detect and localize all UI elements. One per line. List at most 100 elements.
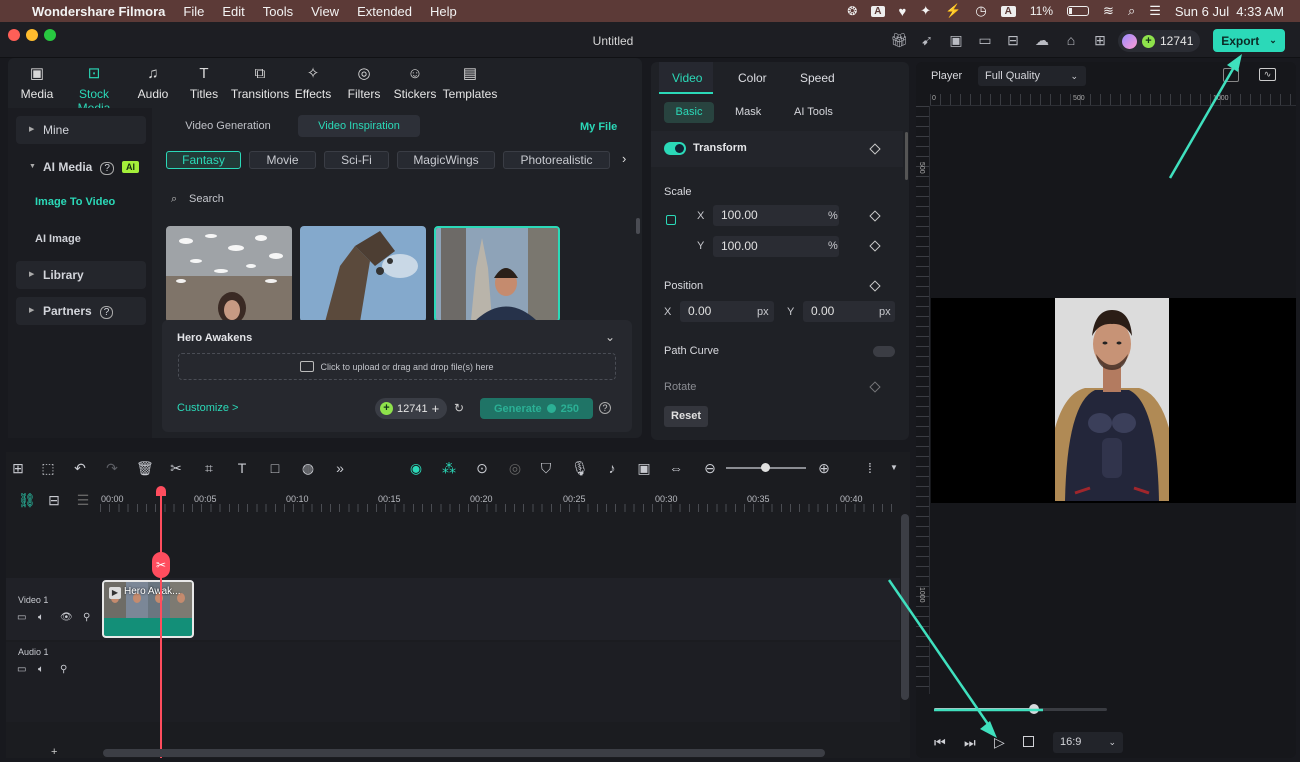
snap-icon[interactable]: ⁂ [441, 460, 457, 476]
category-sci-fi[interactable]: Sci-Fi [324, 151, 389, 169]
play-button[interactable]: ▷ [994, 734, 1005, 751]
reset-button[interactable]: Reset [664, 406, 708, 427]
scale-y-input[interactable]: 100.00 [713, 236, 839, 257]
add-track-plus-icon[interactable]: + [51, 746, 57, 758]
scrollbar[interactable] [905, 132, 908, 180]
quality-dropdown[interactable]: Full Quality ⌄ [978, 66, 1086, 86]
caret-down-icon[interactable]: ▼ [886, 460, 902, 476]
tab-audio[interactable]: ♫ Audio [124, 64, 182, 101]
subtab-mask[interactable]: Mask [735, 106, 761, 118]
stabilize-icon[interactable]: ◎ [507, 460, 523, 476]
color-match-icon[interactable]: ◍ [300, 460, 316, 476]
sidebar-item-ai-media[interactable]: ▼ AI Media? AI [16, 153, 146, 181]
menu-edit[interactable]: Edit [222, 4, 244, 19]
tab-effects[interactable]: ✧ Effects [284, 64, 342, 101]
scale-x-input[interactable]: 100.00 [713, 205, 839, 226]
battery-icon[interactable] [1067, 6, 1090, 16]
status-icon-3[interactable]: ✦ [920, 3, 931, 19]
chevron-down-icon[interactable]: ⌄ [1269, 35, 1277, 46]
video-canvas[interactable] [931, 298, 1296, 503]
status-icon-1[interactable]: ❂ [847, 4, 857, 18]
category-fantasy[interactable]: Fantasy [166, 151, 241, 169]
select-tool-icon[interactable]: ⬚ [40, 460, 56, 476]
chevron-down-icon[interactable]: ⌄ [605, 330, 615, 344]
menu-tools[interactable]: Tools [263, 4, 293, 19]
lock-icon[interactable]: ⚲ [60, 664, 67, 675]
tab-transitions[interactable]: ⧉ Transitions [230, 64, 290, 101]
ai-mate-icon[interactable]: ◉ [408, 460, 424, 476]
vertical-scrollbar[interactable] [901, 514, 909, 700]
folder-icon[interactable]: ▭ [17, 664, 26, 675]
avatar[interactable] [1122, 33, 1137, 49]
eye-icon[interactable]: 👁︎ [60, 612, 73, 623]
playhead-scissors-icon[interactable]: ✂ [152, 552, 170, 578]
status-icon-4[interactable]: ⚡ [945, 3, 961, 19]
cloud-icon[interactable]: ☁ [1033, 31, 1051, 49]
input-source-icon[interactable]: A [1000, 5, 1016, 17]
track-manager-icon[interactable]: ☰ [75, 492, 91, 508]
wifi-icon[interactable]: ≋ [1103, 3, 1114, 19]
keyframe-diamond-icon[interactable] [869, 381, 881, 393]
plus-icon[interactable]: + [432, 401, 440, 416]
control-center-icon[interactable]: ☰ [1149, 3, 1161, 19]
add-track-icon[interactable]: ⊟ [46, 492, 62, 508]
grid-view-icon[interactable]: ⁞ [862, 460, 878, 476]
tab-templates[interactable]: ▤ Templates [440, 64, 500, 101]
menu-view[interactable]: View [311, 4, 339, 19]
lock-icon[interactable]: ⚲ [83, 612, 90, 623]
tab-speed[interactable]: Speed [800, 71, 835, 85]
keyframe-diamond-icon[interactable] [869, 240, 881, 252]
apps-grid-icon[interactable]: ⊞ [1091, 31, 1109, 49]
pip-icon[interactable]: ▣ [636, 460, 652, 476]
credits-pill[interactable]: + 12741 + [375, 398, 447, 419]
video-clip[interactable]: ▶ Hero Awak... [102, 580, 194, 638]
thumbnail-hero[interactable] [434, 226, 560, 322]
shield-icon[interactable]: ⛉ [538, 460, 554, 476]
text-icon[interactable]: T [234, 460, 250, 476]
menu-file[interactable]: File [183, 4, 204, 19]
sidebar-item-mine[interactable]: ▶ Mine [16, 116, 146, 144]
snapshot-icon[interactable] [1223, 68, 1239, 82]
subtab-basic[interactable]: Basic [664, 102, 714, 123]
thumbnail-dragon[interactable] [300, 226, 426, 322]
generate-button[interactable]: Generate 250 [480, 398, 593, 419]
speaker-icon[interactable]: 🔈︎ [38, 664, 44, 675]
tab-filters[interactable]: ◎ Filters [335, 64, 393, 101]
delete-icon[interactable]: 🗑︎ [136, 460, 154, 476]
menu-extended[interactable]: Extended [357, 4, 412, 19]
category-movie[interactable]: Movie [249, 151, 316, 169]
export-button[interactable]: Export ⌄ [1213, 29, 1285, 52]
spotlight-icon[interactable]: ⌕ [1128, 3, 1135, 19]
support-icon[interactable]: ⌂ [1062, 31, 1080, 49]
subtab-video-inspiration[interactable]: Video Inspiration [298, 115, 420, 137]
layout-grid-icon[interactable]: ⊞ [10, 460, 26, 476]
redo-icon[interactable]: ↷ [104, 460, 120, 476]
zoom-in-icon[interactable]: ⊕ [816, 460, 832, 476]
undo-icon[interactable]: ↶ [72, 460, 88, 476]
transform-toggle[interactable] [664, 142, 686, 155]
lock-ratio-icon[interactable] [666, 215, 676, 225]
link-icon[interactable]: ⛓︎ [18, 492, 36, 508]
music-edit-icon[interactable]: ♪ [604, 460, 620, 476]
subtab-ai-tools[interactable]: AI Tools [794, 106, 833, 118]
help-icon[interactable]: ? [100, 162, 114, 175]
sidebar-item-ai-image[interactable]: AI Image [35, 233, 81, 245]
microphone-icon[interactable]: 🎙︎ [571, 460, 589, 476]
zoom-out-icon[interactable]: ⊖ [702, 460, 718, 476]
gift-icon[interactable]: 🎁︎ [890, 31, 908, 49]
my-file-link[interactable]: My File [580, 121, 617, 133]
customize-link[interactable]: Customize > [177, 402, 238, 414]
previous-frame-button[interactable]: ⏮ [934, 735, 946, 751]
shape-icon[interactable]: □ [267, 460, 283, 476]
more-tools-icon[interactable]: » [332, 460, 348, 476]
sidebar-item-library[interactable]: ▶ Library [16, 261, 146, 289]
scrollbar[interactable] [636, 218, 640, 234]
tab-color[interactable]: Color [738, 71, 767, 85]
feedback-icon[interactable]: ▣ [947, 31, 965, 49]
search-input[interactable]: Search [189, 193, 609, 205]
clock-icon[interactable]: ◷ [975, 3, 986, 19]
save-icon[interactable]: ⊟ [1004, 31, 1022, 49]
aspect-ratio-dropdown[interactable]: 16:9 ⌄ [1053, 732, 1123, 753]
zoom-slider-handle[interactable] [761, 463, 770, 472]
fit-timeline-icon[interactable]: ⇔ [668, 460, 684, 476]
